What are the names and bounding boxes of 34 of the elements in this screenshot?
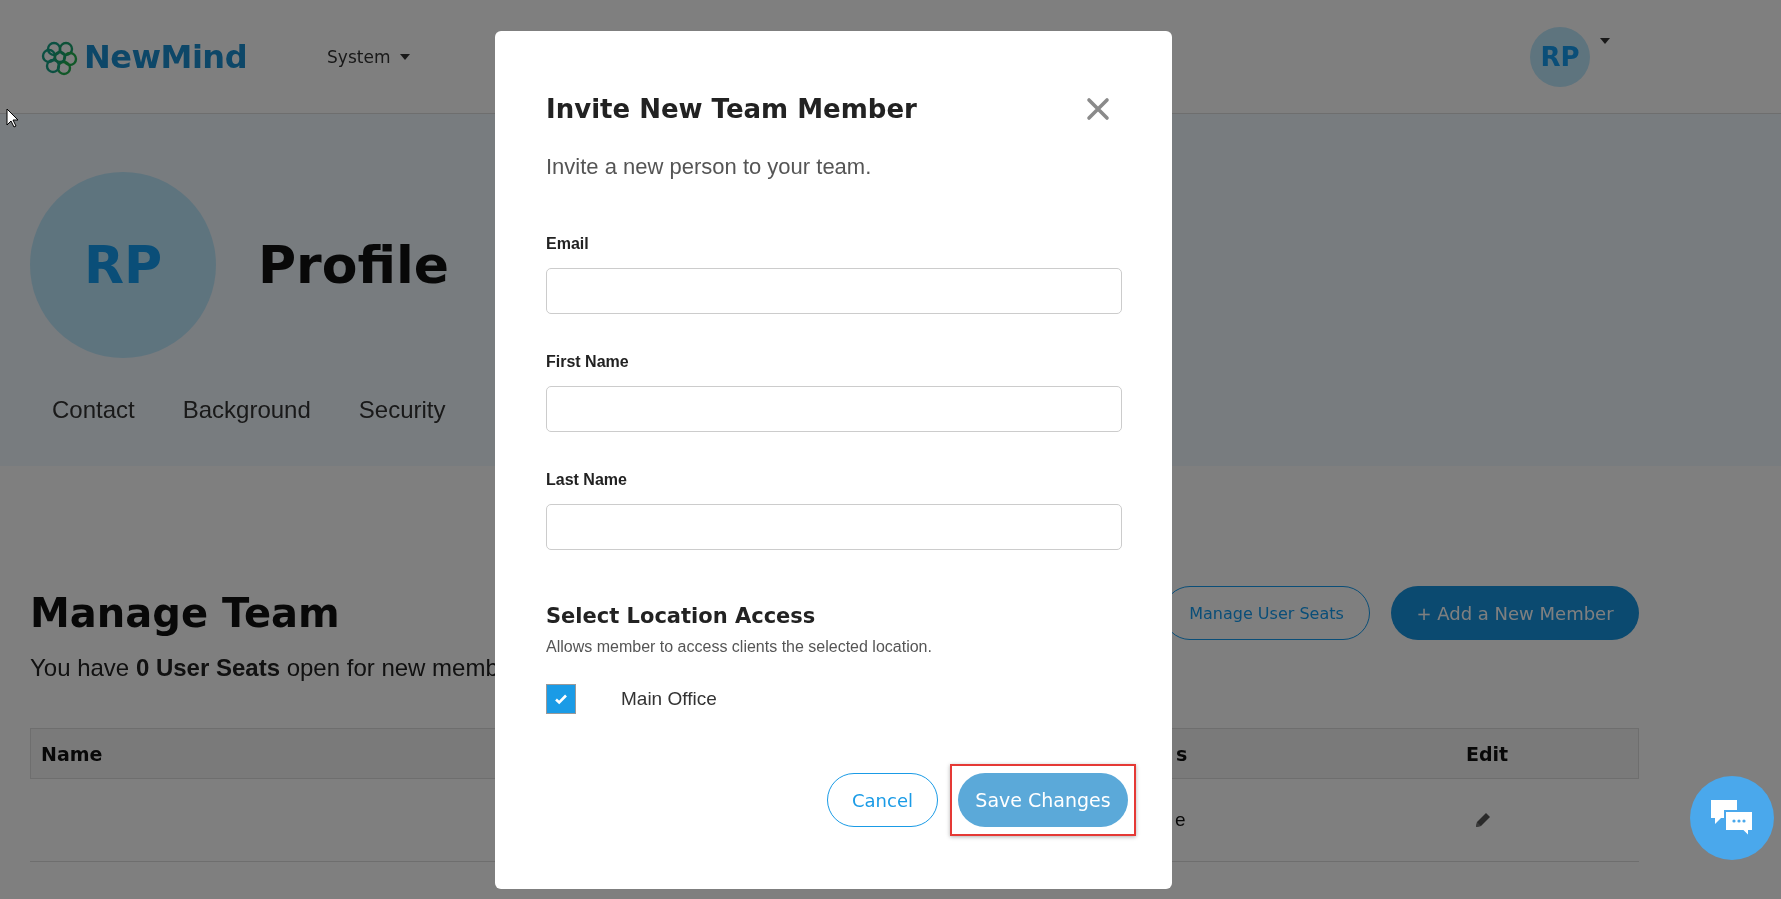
field-label: Email [546,234,590,254]
team-button[interactable]: + Add a New Member [1391,586,1639,640]
field-label: First Name [546,352,630,372]
section-heading: Select Location Access [546,603,817,630]
checkbox[interactable] [546,684,576,714]
dialog-title: Invite New Team Member [546,94,917,124]
column-header: Name [40,742,104,765]
check-icon [554,692,568,706]
dialog-subtitle: Invite a new person to your team. [546,153,873,181]
dialog-button[interactable]: Cancel [827,773,938,827]
caret-icon [400,53,411,60]
checkbox-label: Main Office [621,688,717,710]
section-note: Allows member to access clients the selected location. [546,638,933,656]
column-header: Edit [1465,742,1510,765]
input-field[interactable] [546,268,1122,314]
field-label: Last Name [546,470,628,490]
input-field[interactable] [546,504,1122,550]
dialog-button[interactable]: Save Changes [958,773,1128,827]
input-field[interactable] [546,386,1122,432]
column-header: s [1175,742,1189,765]
pencil-icon[interactable] [1473,810,1493,830]
profile-tab[interactable]: Contact [48,392,139,431]
nav-menu[interactable]: System [327,46,411,67]
table-cell-text: e [1174,809,1187,831]
caret-icon[interactable] [1600,38,1610,44]
user-avatar[interactable]: RP [1530,26,1590,87]
profile-avatar: RP [30,172,216,358]
page-title: Profile [258,235,450,295]
chat-icon [1709,798,1755,838]
section-heading: Manage Team [30,590,340,636]
profile-tab[interactable]: Security [354,392,450,431]
profile-tab[interactable]: Background [178,392,315,431]
logo-text: NewMind [84,37,248,76]
close-icon[interactable] [1086,97,1110,121]
